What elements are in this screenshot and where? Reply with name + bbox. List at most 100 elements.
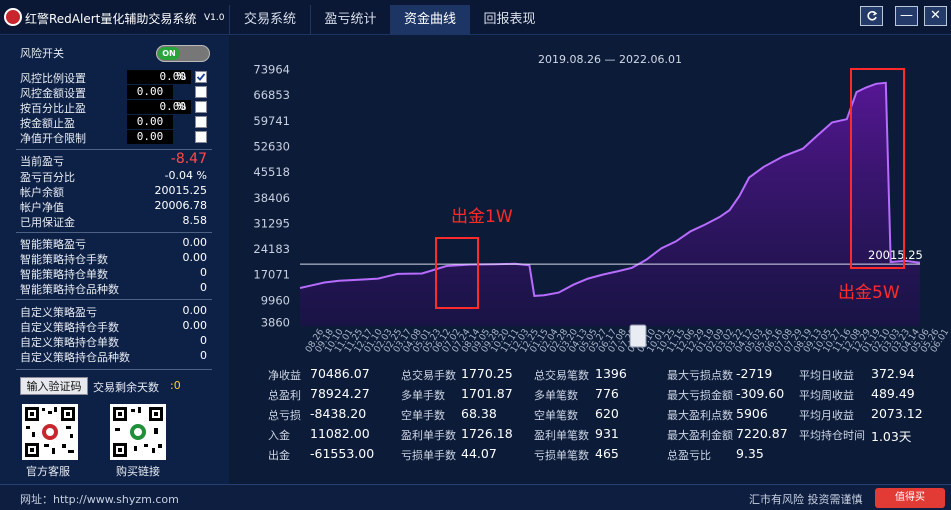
- stat-value: 372.94: [871, 366, 915, 381]
- stat-label: 最大盈利金额: [667, 429, 733, 442]
- equity-open-limit-checkbox[interactable]: [195, 131, 207, 143]
- stat-label: 平均周收益: [799, 389, 854, 402]
- risk-switch-label: 风险开关: [20, 47, 64, 60]
- divider: [16, 299, 212, 300]
- smart-orders-value: 0: [200, 266, 207, 279]
- website-link[interactable]: 网址：http://www.shyzm.com: [20, 491, 179, 507]
- risk-ratio-checkbox[interactable]: [195, 71, 207, 83]
- tab-return-performance[interactable]: 回报表现: [469, 5, 549, 35]
- scroll-handle[interactable]: [629, 324, 647, 348]
- tab-pnl-stats[interactable]: 盈亏统计: [310, 5, 390, 35]
- x-axis: 08.2609.1810.1011.0111.2512.1701.1002.03…: [304, 327, 951, 354]
- y-axis: 3860 9960 17071 24183 31295 38406 45518 52630 59…: [253, 63, 290, 330]
- stat-label: 空单笔数: [534, 409, 578, 422]
- account-equity-value: 20006.78: [154, 199, 208, 212]
- stat-label: 平均日收益: [799, 369, 854, 382]
- y-tick-label: 38406: [253, 191, 290, 205]
- stat-label: 入金: [268, 429, 290, 442]
- stat-value: 1701.87: [461, 386, 513, 401]
- used-margin-value: 8.58: [182, 214, 208, 227]
- stat-label: 总交易笔数: [534, 369, 589, 382]
- custom-pnl-label: 自定义策略盈亏: [20, 306, 97, 319]
- stat-value: 620: [595, 406, 619, 421]
- amount-take-profit-input[interactable]: 0.00: [127, 115, 173, 129]
- custom-symbols-value: 0: [200, 349, 207, 362]
- smart-lots-label: 智能策略持仓手数: [20, 253, 108, 266]
- title-bar: 红警RedAlert量化辅助交易系统 V1.0 交易系统 盈亏统计 资金曲线 回…: [0, 0, 951, 35]
- equity-area: [300, 82, 920, 326]
- watermark-badge: 值得买: [875, 488, 945, 508]
- stat-label: 盈利单手数: [401, 429, 456, 442]
- stat-label: 总盈亏比: [667, 449, 711, 462]
- smart-symbols-label: 智能策略持仓品种数: [20, 283, 119, 296]
- check-icon: [196, 73, 206, 81]
- stat-value: 70486.07: [310, 366, 370, 381]
- stat-value: -61553.00: [310, 446, 375, 461]
- current-pnl-label: 当前盈亏: [20, 155, 64, 168]
- stat-label: 总盈利: [268, 389, 301, 402]
- smart-pnl-value: 0.00: [182, 236, 208, 249]
- stats-table: 净收益 70486.07 总盈利 78924.27 总亏损 -8438.20 入金 11082…: [262, 364, 942, 464]
- y-tick-label: 31295: [253, 216, 290, 230]
- pct-take-profit-checkbox[interactable]: [195, 101, 207, 113]
- pct-take-profit-label: 按百分比止盈: [20, 102, 86, 115]
- stat-label: 空单手数: [401, 409, 445, 422]
- stat-value: 11082.00: [310, 426, 370, 441]
- y-tick-label: 66853: [253, 88, 290, 102]
- y-tick-label: 24183: [253, 242, 290, 256]
- custom-pnl-value: 0.00: [182, 304, 208, 317]
- current-value-label: 20015.25: [868, 248, 923, 262]
- stat-value: 1770.25: [461, 366, 513, 381]
- y-tick-label: 59741: [253, 114, 290, 128]
- stat-value: 2073.12: [871, 406, 923, 421]
- amount-take-profit-checkbox[interactable]: [195, 116, 207, 128]
- stat-value: 44.07: [461, 446, 497, 461]
- amount-take-profit-label: 按金额止盈: [20, 117, 75, 130]
- stat-value: 9.35: [736, 446, 764, 461]
- close-button[interactable]: ✕: [924, 6, 947, 26]
- remaining-days-label: 交易剩余天数: [93, 381, 159, 394]
- stat-value: 5906: [736, 406, 768, 421]
- stat-label: 平均月收益: [799, 409, 854, 422]
- stat-label: 最大亏损金额: [667, 389, 733, 402]
- refresh-icon: [866, 10, 877, 21]
- stat-value: 465: [595, 446, 619, 461]
- smart-orders-label: 智能策略持仓单数: [20, 268, 108, 281]
- stat-label: 亏损单手数: [401, 449, 456, 462]
- stat-value: 1396: [595, 366, 627, 381]
- verify-code-button[interactable]: 输入验证码: [20, 377, 88, 395]
- minimize-button[interactable]: —: [895, 6, 918, 26]
- y-tick-label: 17071: [253, 268, 290, 282]
- stat-label: 平均持仓时间: [799, 429, 865, 442]
- tab-trading-system[interactable]: 交易系统: [229, 5, 310, 35]
- purchase-link-caption: 购买链接: [116, 465, 160, 478]
- custom-orders-label: 自定义策略持仓单数: [20, 336, 119, 349]
- custom-lots-label: 自定义策略持仓手数: [20, 321, 119, 334]
- custom-lots-value: 0.00: [182, 319, 208, 332]
- custom-orders-value: 0: [200, 334, 207, 347]
- stat-value: 78924.27: [310, 386, 370, 401]
- risk-ratio-unit: %: [176, 70, 187, 83]
- risk-amount-input[interactable]: 0.00: [127, 85, 173, 99]
- used-margin-label: 已用保证金: [20, 216, 75, 229]
- stat-value: 776: [595, 386, 619, 401]
- stat-value: 1.03天: [871, 429, 912, 444]
- refresh-button[interactable]: [860, 6, 883, 26]
- stat-label: 多单笔数: [534, 389, 578, 402]
- purchase-link-qr[interactable]: [110, 404, 166, 460]
- tab-equity-curve[interactable]: 资金曲线: [390, 5, 469, 35]
- risk-amount-checkbox[interactable]: [195, 86, 207, 98]
- left-panel: 风险开关 ON 风控比例设置 0.00 % 风控金额设置 0.00 按百分比止盈…: [0, 36, 229, 484]
- stat-value: -309.60: [736, 386, 785, 401]
- stat-label: 总亏损: [268, 409, 301, 422]
- toggle-on-knob: ON: [158, 47, 180, 60]
- customer-service-qr[interactable]: [22, 404, 78, 460]
- stat-value: 931: [595, 426, 619, 441]
- y-tick-label: 73964: [253, 63, 290, 77]
- equity-open-limit-input[interactable]: 0.00: [127, 130, 173, 144]
- footer: 网址：http://www.shyzm.com 汇市有风险 投资需谨慎 值得买: [0, 484, 951, 510]
- risk-ratio-label: 风控比例设置: [20, 72, 86, 85]
- stat-label: 多单手数: [401, 389, 445, 402]
- risk-switch-toggle[interactable]: ON: [156, 45, 210, 62]
- stat-value: 7220.87: [736, 426, 788, 441]
